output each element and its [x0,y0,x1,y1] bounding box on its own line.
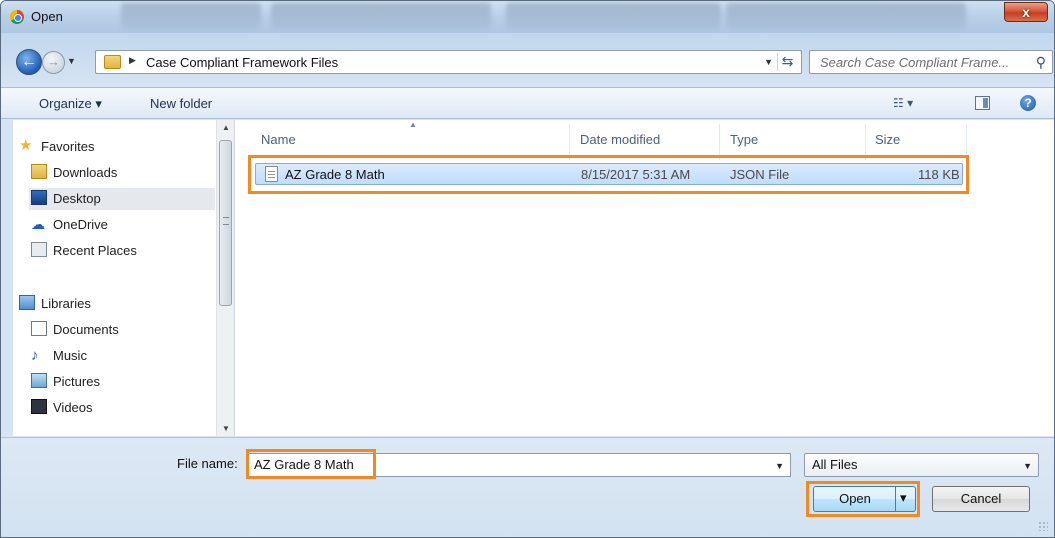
file-name-label: File name: [177,456,238,471]
refresh-icon[interactable]: ⇆ [777,53,797,71]
breadcrumb-folder[interactable]: Case Compliant Framework Files [146,55,338,70]
file-type-select[interactable]: All Files ▼ [804,453,1039,477]
address-bar[interactable]: ▶ Case Compliant Framework Files ▼ ⇆ [95,50,802,74]
arrow-right-icon: → [47,54,60,69]
background-tab-ghost [271,3,491,29]
organize-button[interactable]: Organize ▾ [39,96,102,112]
star-icon: ★ [19,137,33,154]
recent-places-icon [31,242,47,257]
music-note-icon: ♪ [31,347,39,364]
forward-button[interactable]: → [42,51,65,74]
scroll-down-icon[interactable]: ▼ [222,424,230,433]
cancel-button[interactable]: Cancel [932,486,1030,512]
open-dialog: Open x ← → ▼ ▶ Case Compliant Framework … [0,0,1055,538]
help-icon[interactable]: ? [1020,95,1036,111]
background-tab-ghost [121,3,261,29]
libraries-icon [19,295,35,310]
folder-icon [104,55,121,69]
column-header-date[interactable]: Date modified [580,132,660,147]
navigation-pane: ★ Favorites Downloads Desktop ☁ OneDrive… [13,120,235,436]
window-title: Open [31,9,63,24]
file-type-value: All Files [812,457,858,472]
column-header-name[interactable]: Name [261,132,296,147]
resize-grip-icon[interactable] [1038,521,1048,531]
cloud-icon: ☁ [31,216,45,232]
film-icon [31,399,47,414]
title-bar: Open x [1,1,1054,33]
column-header-type[interactable]: Type [730,132,758,147]
search-input[interactable]: Search Case Compliant Frame... ⚲ [809,50,1053,74]
file-name-highlight [246,449,376,479]
file-name-dropdown-icon[interactable]: ▼ [775,461,784,471]
search-placeholder: Search Case Compliant Frame... [820,55,1010,70]
arrow-left-icon: ← [21,53,37,70]
pictures-icon [31,373,47,388]
scroll-grip-icon [223,217,229,225]
close-button[interactable]: x [1004,2,1048,22]
background-tab-ghost [726,3,966,29]
downloads-folder-icon [31,164,47,179]
new-folder-button[interactable]: New folder [150,96,212,111]
change-view-button[interactable]: ☷ ▾ [893,96,913,110]
address-dropdown-icon[interactable]: ▼ [764,57,773,67]
back-button[interactable]: ← [16,49,42,75]
recent-locations-dropdown[interactable]: ▼ [67,56,76,66]
sort-ascending-icon: ▲ [409,120,417,129]
documents-icon [31,321,47,336]
file-row-highlight [248,155,969,194]
open-button-highlight [806,481,920,517]
chevron-down-icon[interactable]: ▼ [1023,461,1032,471]
scroll-up-icon[interactable]: ▲ [222,123,230,132]
nav-scrollbar[interactable]: ▲ ▼ [216,120,234,436]
command-toolbar: Organize ▾ New folder ☷ ▾ ? [1,87,1054,119]
desktop-icon [31,190,47,205]
search-icon[interactable]: ⚲ [1036,54,1046,71]
preview-pane-icon[interactable] [975,96,990,110]
background-tab-ghost [506,3,721,29]
chrome-icon [10,10,24,24]
scroll-thumb[interactable] [219,140,232,306]
breadcrumb-separator-icon[interactable]: ▶ [129,55,136,66]
column-header-size[interactable]: Size [875,132,900,147]
